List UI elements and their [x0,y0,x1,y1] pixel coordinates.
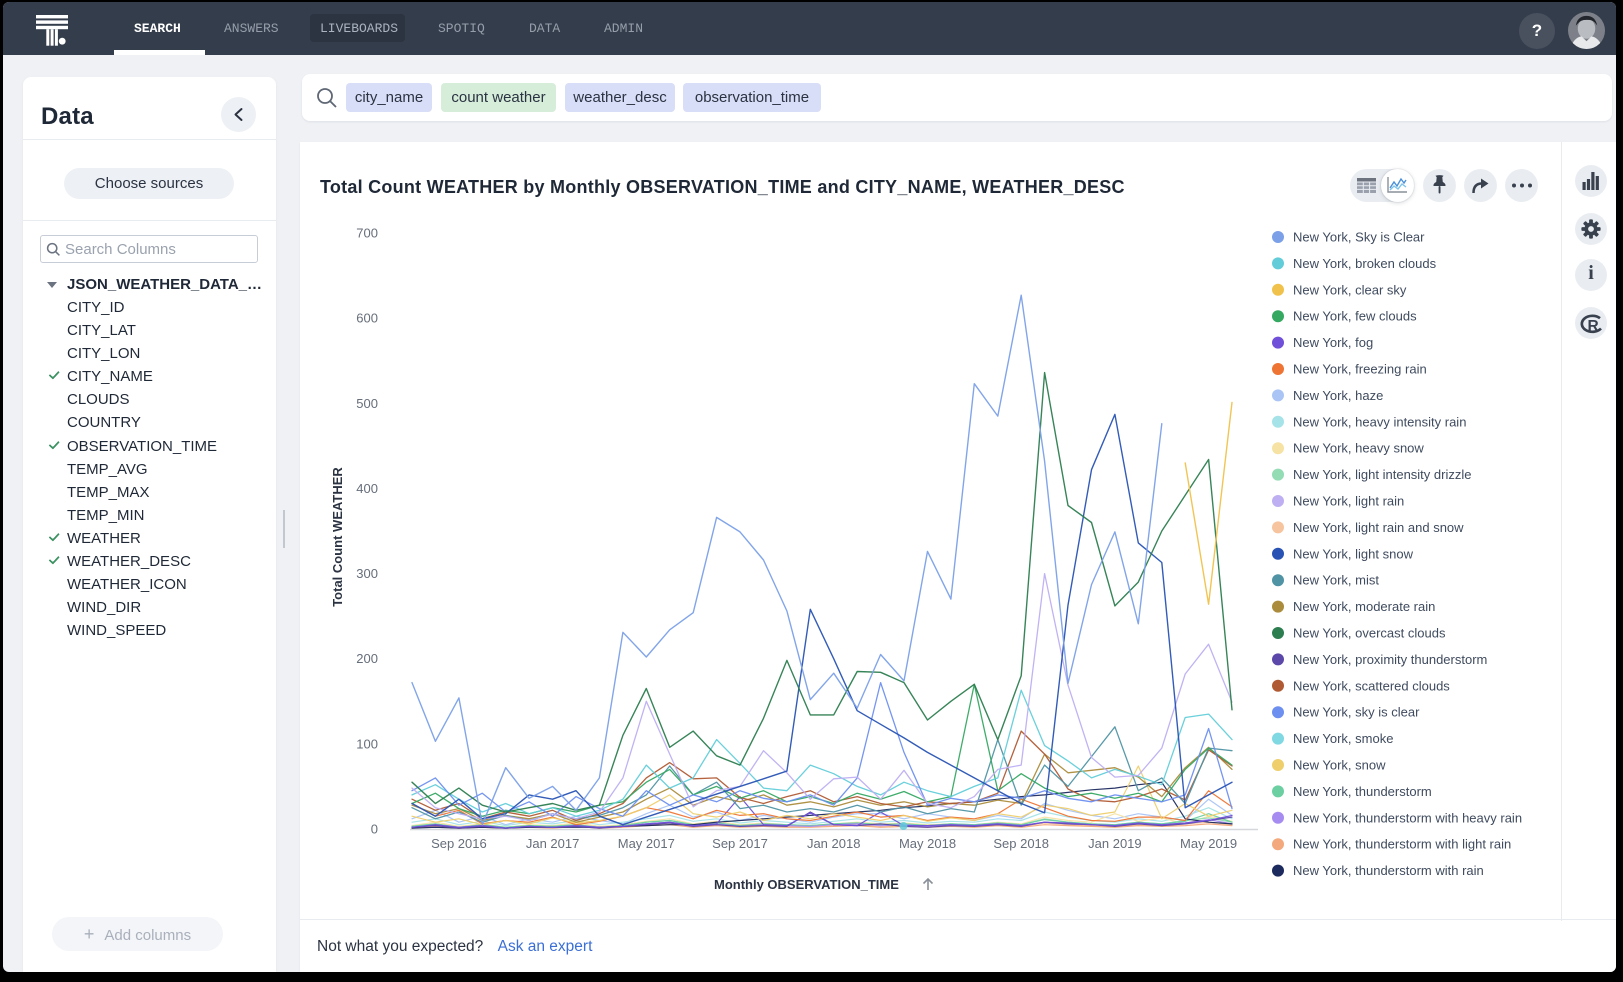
svg-text:New York, light snow: New York, light snow [1293,546,1414,561]
svg-text:New York, light rain: New York, light rain [1293,494,1404,509]
svg-text:New York, thunderstorm with li: New York, thunderstorm with light rain [1293,837,1511,852]
svg-text:Jan 2017: Jan 2017 [526,836,580,851]
svg-text:May 2018: May 2018 [899,836,956,851]
svg-text:New York, haze: New York, haze [1293,388,1383,403]
svg-text:Sep 2016: Sep 2016 [431,836,487,851]
svg-text:New York, snow: New York, snow [1293,758,1386,773]
svg-text:New York, smoke: New York, smoke [1293,731,1393,746]
svg-text:New York, light intensity driz: New York, light intensity drizzle [1293,467,1471,482]
svg-text:New York, fog: New York, fog [1293,335,1373,350]
svg-text:New York, mist: New York, mist [1293,573,1379,588]
svg-text:Sep 2017: Sep 2017 [712,836,768,851]
svg-text:0: 0 [371,822,378,837]
svg-text:Jan 2018: Jan 2018 [807,836,861,851]
svg-text:New York, clear sky: New York, clear sky [1293,282,1407,297]
svg-text:New York, broken clouds: New York, broken clouds [1293,256,1437,271]
svg-text:New York, light rain and snow: New York, light rain and snow [1293,520,1464,535]
svg-text:New York, heavy intensity rain: New York, heavy intensity rain [1293,414,1466,429]
svg-text:500: 500 [356,396,378,411]
svg-text:New York, Sky is Clear: New York, Sky is Clear [1293,230,1425,245]
svg-text:New York, few clouds: New York, few clouds [1293,309,1417,324]
svg-text:400: 400 [356,481,378,496]
svg-text:Total Count WEATHER: Total Count WEATHER [330,467,345,607]
svg-text:New York, thunderstorm: New York, thunderstorm [1293,784,1432,799]
svg-text:R: R [1588,318,1599,334]
svg-text:New York, freezing rain: New York, freezing rain [1293,362,1427,377]
svg-text:300: 300 [356,566,378,581]
svg-text:200: 200 [356,651,378,666]
svg-text:100: 100 [356,736,378,751]
svg-text:600: 600 [356,311,378,326]
svg-text:New York, thunderstorm with he: New York, thunderstorm with heavy rain [1293,810,1522,825]
svg-text:New York, sky is clear: New York, sky is clear [1293,705,1420,720]
svg-text:700: 700 [356,226,378,241]
svg-text:Sep 2018: Sep 2018 [993,836,1049,851]
svg-text:New York, heavy snow: New York, heavy snow [1293,441,1424,456]
svg-text:New York, moderate rain: New York, moderate rain [1293,599,1435,614]
svg-text:New York, thunderstorm with ra: New York, thunderstorm with rain [1293,863,1484,878]
svg-text:New York, scattered clouds: New York, scattered clouds [1293,678,1450,693]
svg-text:Monthly OBSERVATION_TIME: Monthly OBSERVATION_TIME [714,877,899,892]
svg-text:May 2017: May 2017 [618,836,675,851]
svg-text:New York, overcast clouds: New York, overcast clouds [1293,626,1446,641]
svg-text:May 2019: May 2019 [1180,836,1237,851]
svg-text:New York, proximity thundersto: New York, proximity thunderstorm [1293,652,1487,667]
svg-text:Jan 2019: Jan 2019 [1088,836,1142,851]
